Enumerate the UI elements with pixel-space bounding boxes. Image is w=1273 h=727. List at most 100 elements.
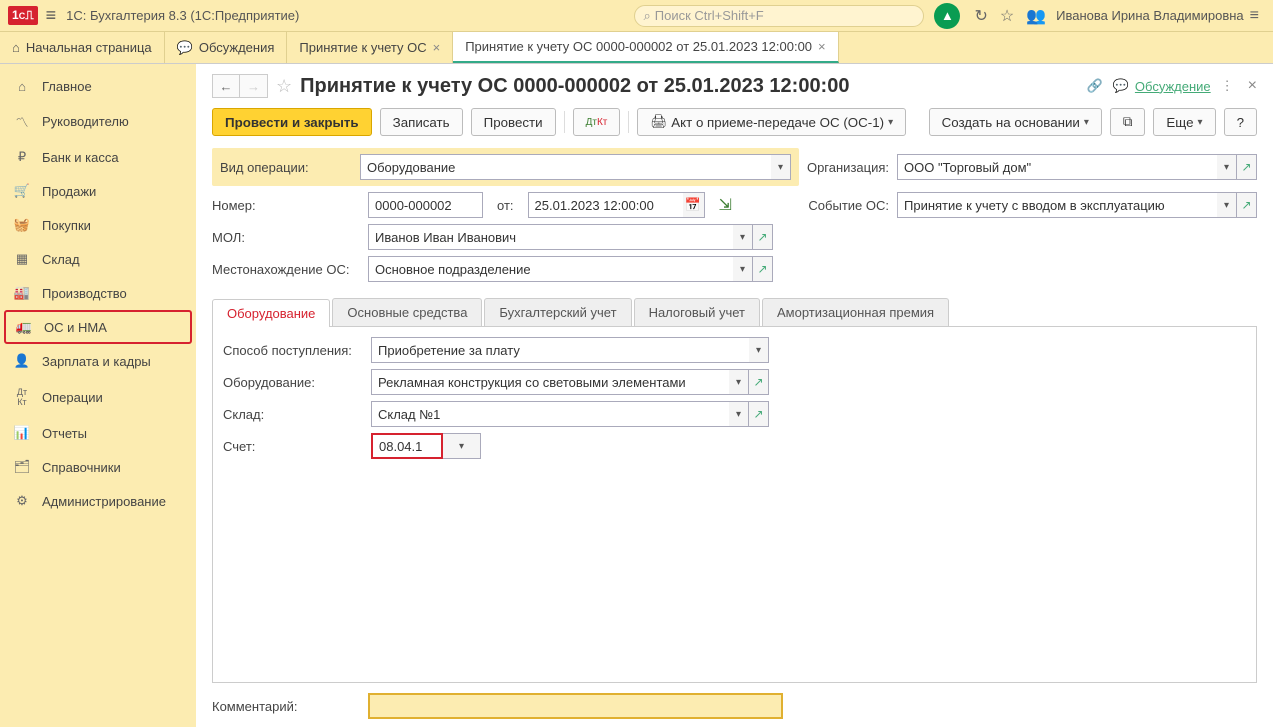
equip-select[interactable]: Рекламная конструкция со световыми элеме… — [371, 369, 729, 395]
tab-accounting[interactable]: Бухгалтерский учет — [484, 298, 631, 326]
notifications-icon[interactable]: ▲ — [934, 3, 960, 29]
tab-fixed-assets[interactable]: Основные средства — [332, 298, 482, 326]
search-placeholder: Поиск Ctrl+Shift+F — [655, 8, 764, 23]
receipt-label: Способ поступления: — [223, 343, 363, 358]
mol-label: МОЛ: — [212, 230, 360, 245]
sidebar-item-os-nma[interactable]: 🚛ОС и НМА — [4, 310, 192, 344]
dtkt-icon: Дт Кт — [12, 387, 32, 407]
sidebar-item-operations[interactable]: Дт КтОперации — [0, 378, 196, 416]
history-icon[interactable]: ↻ — [974, 6, 987, 26]
user-name[interactable]: Иванова Ирина Владимировна — [1056, 8, 1244, 23]
top-bar: 1С⎍ ≡ 1С: Бухгалтерия 8.3 (1С:Предприяти… — [0, 0, 1273, 32]
discuss-link[interactable]: Обсуждение — [1135, 79, 1211, 94]
open-ref-icon[interactable]: ↗ — [1237, 192, 1257, 218]
org-select[interactable]: ООО "Торговый дом" — [897, 154, 1217, 180]
chevron-down-icon[interactable]: ▾ — [749, 337, 769, 363]
chevron-down-icon[interactable]: ▾ — [771, 154, 791, 180]
open-ref-icon[interactable]: ↗ — [753, 256, 773, 282]
sidebar-item-bank[interactable]: ₽Банк и касса — [0, 140, 196, 174]
help-button[interactable]: ? — [1224, 108, 1257, 136]
event-select[interactable]: Принятие к учету с вводом в эксплуатацию — [897, 192, 1217, 218]
tab-content: Способ поступления: Приобретение за плат… — [212, 327, 1257, 683]
open-ref-icon[interactable]: ↗ — [749, 369, 769, 395]
sidebar-item-admin[interactable]: ⚙Администрирование — [0, 484, 196, 518]
sidebar-item-payroll[interactable]: 👤Зарплата и кадры — [0, 344, 196, 378]
post-close-button[interactable]: Провести и закрыть — [212, 108, 372, 136]
tab-discussions[interactable]: 💬 Обсуждения — [165, 32, 288, 63]
comment-label: Комментарий: — [212, 699, 360, 714]
tab-tax[interactable]: Налоговый учет — [634, 298, 760, 326]
chevron-down-icon: ▾ — [1084, 117, 1089, 128]
account-select[interactable]: 08.04.1 — [371, 433, 443, 459]
mol-select[interactable]: Иванов Иван Иванович — [368, 224, 733, 250]
tab-doc-current[interactable]: Принятие к учету ОС 0000-000002 от 25.01… — [453, 32, 838, 63]
star-icon[interactable]: ☆ — [276, 76, 292, 97]
dtkt-icon: Дт — [586, 117, 597, 128]
post-button[interactable]: Провести — [471, 108, 556, 136]
warehouse-select[interactable]: Склад №1 — [371, 401, 729, 427]
save-button[interactable]: Записать — [380, 108, 463, 136]
loc-select[interactable]: Основное подразделение — [368, 256, 733, 282]
settings-icon[interactable]: ≡ — [1250, 7, 1259, 25]
app-title: 1С: Бухгалтерия 8.3 (1С:Предприятие) — [66, 8, 299, 23]
sidebar-item-main[interactable]: ⌂Главное — [0, 70, 196, 103]
sidebar-item-catalogs[interactable]: 🗂Справочники — [0, 450, 196, 484]
chevron-down-icon[interactable]: ▾ — [1217, 154, 1237, 180]
close-icon[interactable]: × — [433, 40, 441, 55]
org-label: Организация: — [807, 160, 889, 175]
chevron-down-icon[interactable]: ▾ — [1217, 192, 1237, 218]
chart-icon: 〽 — [12, 112, 32, 131]
sidebar-item-manager[interactable]: 〽Руководителю — [0, 103, 196, 140]
kebab-icon[interactable]: ⋮ — [1221, 78, 1234, 94]
tab-equipment[interactable]: Оборудование — [212, 299, 330, 327]
chevron-down-icon[interactable]: ▾ — [729, 401, 749, 427]
receipt-select[interactable]: Приобретение за плату — [371, 337, 749, 363]
comment-input[interactable] — [368, 693, 783, 719]
print-button[interactable]: 🖨Акт о приеме-передаче ОС (ОС-1)▾ — [637, 108, 906, 136]
open-ref-icon[interactable]: ↗ — [1237, 154, 1257, 180]
dtkt-button[interactable]: ДтКт — [573, 108, 621, 136]
folder-icon: 🗂 — [12, 459, 32, 475]
number-input[interactable]: 0000-000002 — [368, 192, 483, 218]
hamburger-icon[interactable]: ≡ — [46, 5, 57, 26]
close-icon[interactable]: × — [1248, 77, 1257, 95]
sidebar-item-purchases[interactable]: 🧺Покупки — [0, 208, 196, 242]
apply-icon[interactable]: ⇲ — [719, 195, 732, 215]
truck-icon: 🚛 — [14, 319, 34, 335]
op-kind-select[interactable]: Оборудование — [360, 154, 771, 180]
date-input[interactable]: 25.01.2023 12:00:00 — [528, 192, 683, 218]
window-tabs: ⌂ Начальная страница 💬 Обсуждения Принят… — [0, 32, 1273, 64]
user-icon[interactable]: 👥 — [1026, 6, 1046, 26]
tab-start[interactable]: ⌂ Начальная страница — [0, 32, 165, 63]
search-input[interactable]: ⌕ Поиск Ctrl+Shift+F — [634, 5, 924, 27]
more-button[interactable]: Еще▾ — [1153, 108, 1215, 136]
structure-button[interactable]: ⧉ — [1110, 108, 1146, 136]
link-icon[interactable]: 🔗 — [1087, 78, 1103, 94]
boxes-icon: ▦ — [12, 251, 32, 267]
ruble-icon: ₽ — [12, 149, 32, 165]
sidebar-item-production[interactable]: 🏭Производство — [0, 276, 196, 310]
sidebar-item-reports[interactable]: 📊Отчеты — [0, 416, 196, 450]
create-based-button[interactable]: Создать на основании▾ — [929, 108, 1102, 136]
back-button[interactable]: ← — [212, 74, 240, 98]
chevron-down-icon[interactable]: ▾ — [729, 369, 749, 395]
open-ref-icon[interactable]: ↗ — [749, 401, 769, 427]
sidebar-item-warehouse[interactable]: ▦Склад — [0, 242, 196, 276]
sidebar-item-sales[interactable]: 🛒Продажи — [0, 174, 196, 208]
factory-icon: 🏭 — [12, 285, 32, 301]
close-icon[interactable]: × — [818, 39, 826, 54]
open-ref-icon[interactable]: ↗ — [753, 224, 773, 250]
favorites-icon[interactable]: ☆ — [1000, 6, 1014, 26]
person-icon: 👤 — [12, 353, 32, 369]
forward-button[interactable]: → — [240, 74, 268, 98]
tab-doc-list[interactable]: Принятие к учету ОС × — [287, 32, 453, 63]
chevron-down-icon[interactable]: ▾ — [733, 256, 753, 282]
page-title: Принятие к учету ОС 0000-000002 от 25.01… — [300, 75, 1076, 98]
tab-bonus[interactable]: Амортизационная премия — [762, 298, 949, 326]
calendar-icon[interactable]: 📅 — [683, 192, 705, 218]
loc-label: Местонахождение ОС: — [212, 262, 360, 277]
discuss-icon[interactable]: 💬 — [1113, 78, 1129, 94]
chevron-down-icon[interactable]: ▾ — [733, 224, 753, 250]
op-kind-label: Вид операции: — [220, 160, 360, 175]
chevron-down-icon[interactable]: ▾ — [443, 433, 481, 459]
